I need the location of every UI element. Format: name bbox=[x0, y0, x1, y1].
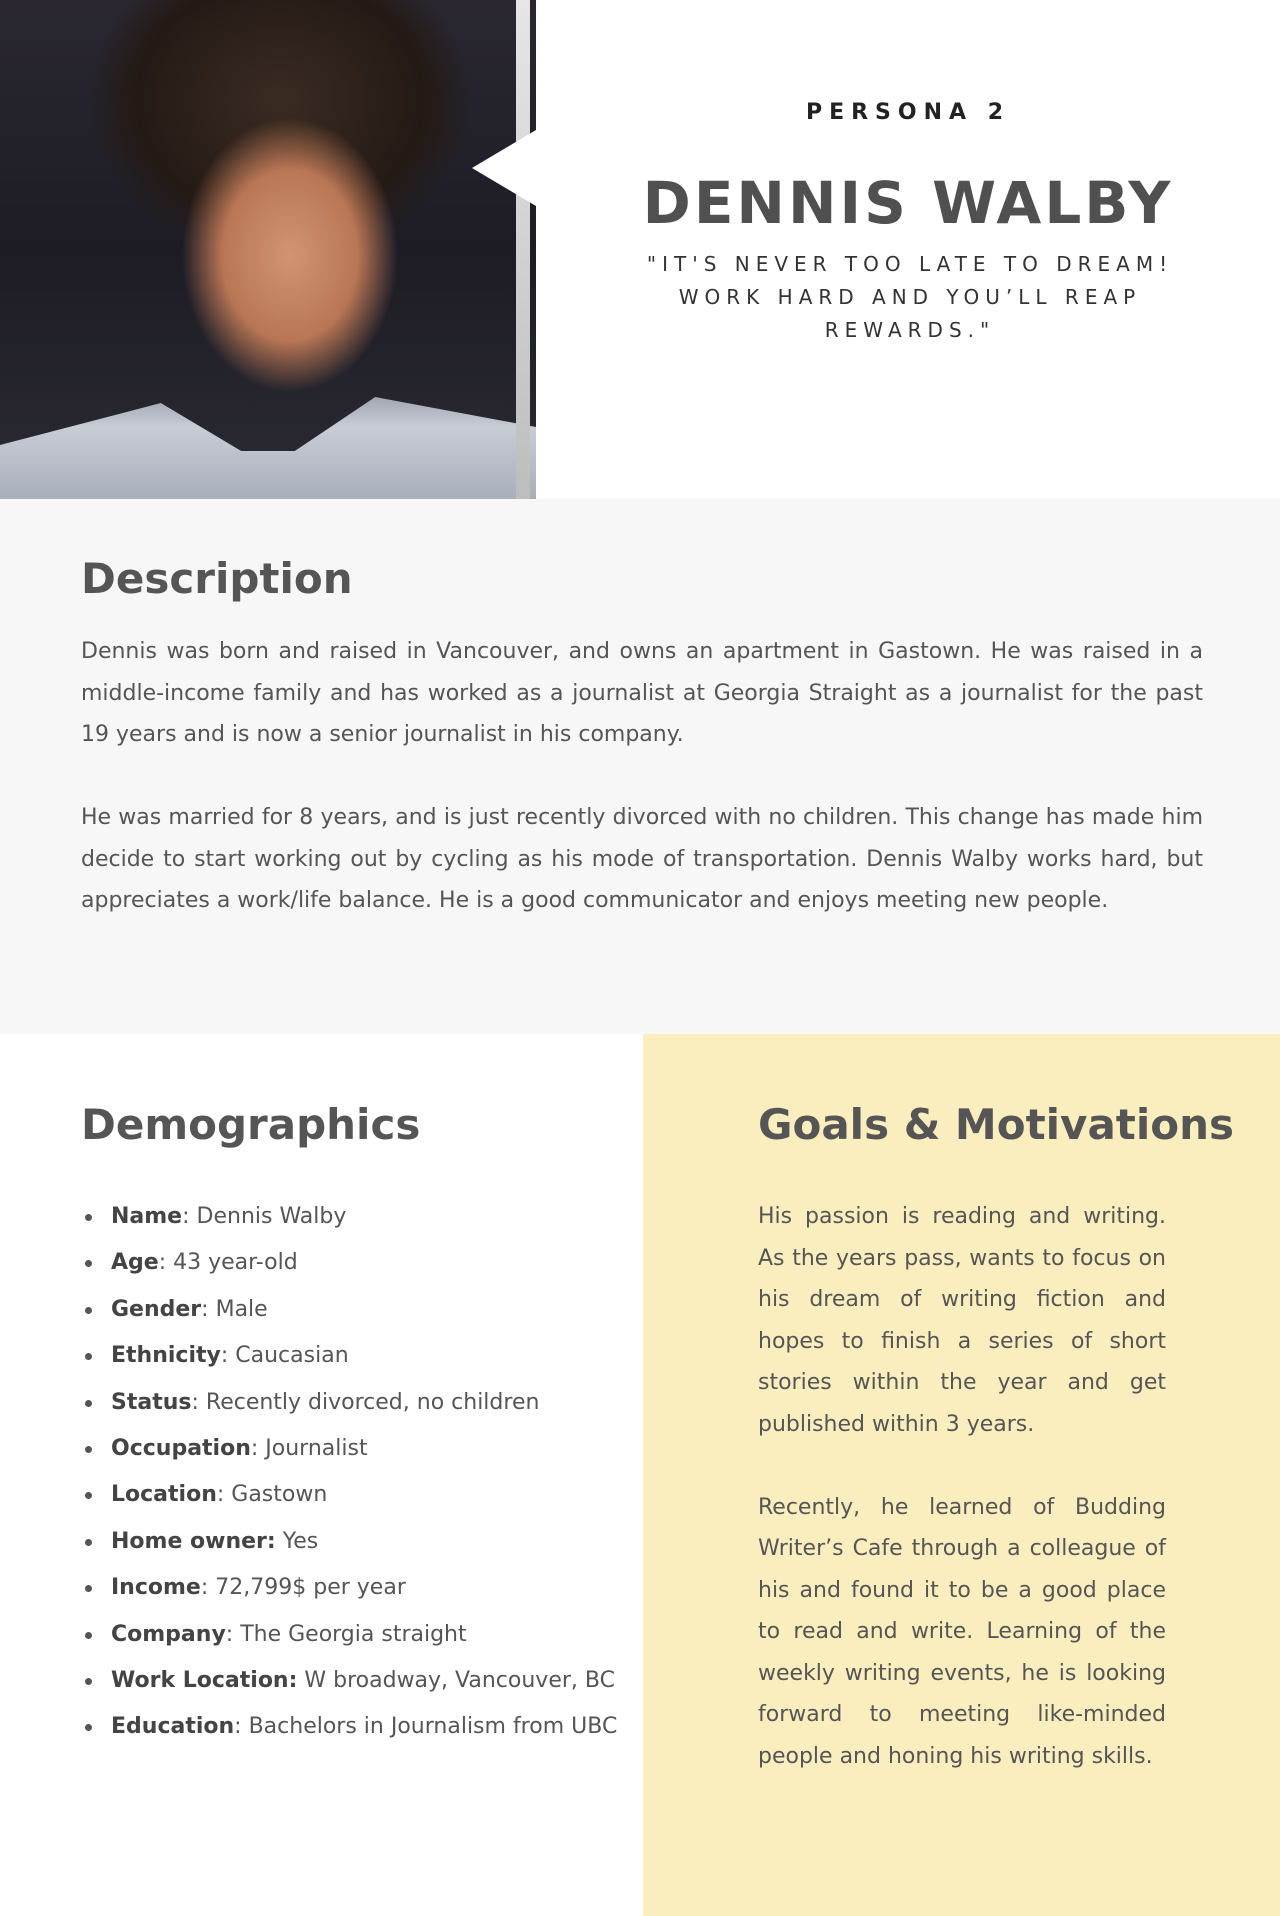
description-paragraph: Dennis was born and raised in Vancouver,… bbox=[81, 639, 1203, 747]
demographics-item: Income: 72,799$ per year bbox=[85, 1565, 631, 1611]
demographics-item-value: Journalist bbox=[258, 1436, 368, 1462]
demographics-item: Occupation: Journalist bbox=[85, 1426, 631, 1472]
goals-title: Goals & Motivations bbox=[758, 1100, 1235, 1149]
persona-photo bbox=[0, 0, 536, 499]
goals-section: Goals & Motivations His passion is readi… bbox=[643, 1034, 1280, 1916]
persona-name: DENNIS WALBY bbox=[642, 169, 1174, 237]
demographics-item-sep: : bbox=[201, 1296, 209, 1322]
demographics-item-label: Home owner: bbox=[111, 1528, 276, 1554]
demographics-item-value: Caucasian bbox=[228, 1343, 349, 1369]
demographics-item-value: Dennis Walby bbox=[189, 1204, 347, 1229]
description-section: Description Dennis was born and raised i… bbox=[0, 499, 1280, 1034]
demographics-item: Gender: Male bbox=[85, 1287, 631, 1333]
demographics-item: Work Location: W broadway, Vancouver, BC bbox=[85, 1658, 631, 1704]
demographics-item-label: Ethnicity bbox=[111, 1343, 221, 1369]
description-paragraph: He was married for 8 years, and is just … bbox=[81, 805, 1203, 913]
demographics-item-label: Income bbox=[111, 1575, 201, 1601]
demographics-item-value: Yes bbox=[275, 1528, 319, 1554]
demographics-title: Demographics bbox=[81, 1100, 421, 1149]
demographics-item: Education: Bachelors in Journalism from … bbox=[85, 1704, 631, 1750]
demographics-item: Home owner: Yes bbox=[85, 1519, 631, 1565]
demographics-item-value: W broadway, Vancouver, BC bbox=[297, 1668, 615, 1694]
demographics-item: Status: Recently divorced, no children bbox=[85, 1380, 631, 1426]
persona-label: PERSONA 2 bbox=[805, 100, 1011, 125]
demographics-section: Demographics Name: Dennis Walby Age: 43 … bbox=[0, 1034, 643, 1916]
demographics-item: Name: Dennis Walby bbox=[85, 1194, 631, 1240]
goals-paragraph: Recently, he learned of Budding Writer’s… bbox=[758, 1494, 1166, 1769]
demographics-item-value: Male bbox=[208, 1296, 268, 1322]
demographics-item-label: Education bbox=[111, 1714, 235, 1740]
goals-body: His passion is reading and writing. As t… bbox=[758, 1196, 1166, 1819]
demographics-item-sep: : bbox=[234, 1714, 242, 1740]
demographics-item: Location: Gastown bbox=[85, 1472, 631, 1518]
demographics-item-label: Work Location: bbox=[111, 1668, 298, 1694]
description-title: Description bbox=[81, 554, 353, 603]
demographics-item: Ethnicity: Caucasian bbox=[85, 1333, 631, 1379]
photo-edge bbox=[516, 0, 530, 499]
demographics-item-value: 72,799$ per year bbox=[208, 1575, 406, 1601]
demographics-item-value: Bachelors in Journalism from UBC bbox=[241, 1714, 618, 1740]
demographics-item-sep: : bbox=[158, 1250, 167, 1276]
demographics-item: Age: 43 year-old bbox=[85, 1240, 631, 1286]
demographics-item-label: Gender bbox=[111, 1296, 202, 1322]
demographics-item-label: Name bbox=[111, 1204, 183, 1229]
demographics-list: Name: Dennis Walby Age: 43 year-old Gend… bbox=[81, 1194, 631, 1751]
demographics-item-label: Age bbox=[111, 1250, 159, 1276]
demographics-item-label: Status bbox=[111, 1389, 192, 1415]
goals-paragraph: His passion is reading and writing. As t… bbox=[758, 1204, 1166, 1437]
demographics-item-sep: : bbox=[191, 1389, 199, 1415]
demographics-item-value: Recently divorced, no children bbox=[198, 1389, 540, 1415]
photo-pointer bbox=[472, 130, 536, 206]
demographics-item-value: The Georgia straight bbox=[233, 1621, 467, 1647]
demographics-item: Company: The Georgia straight bbox=[85, 1612, 631, 1658]
persona-quote: "IT'S NEVER TOO LATE TO DREAM! WORK HARD… bbox=[646, 252, 1174, 342]
demographics-item-value: Gastown bbox=[224, 1482, 328, 1508]
description-body: Dennis was born and raised in Vancouver,… bbox=[81, 631, 1203, 963]
demographics-item-value: 43 year-old bbox=[166, 1250, 298, 1276]
demographics-item-sep: : bbox=[182, 1204, 190, 1229]
photo-shirt bbox=[0, 397, 536, 499]
demographics-item-label: Company bbox=[111, 1621, 226, 1647]
demographics-item-label: Location bbox=[111, 1482, 217, 1508]
demographics-item-label: Occupation bbox=[111, 1436, 251, 1462]
